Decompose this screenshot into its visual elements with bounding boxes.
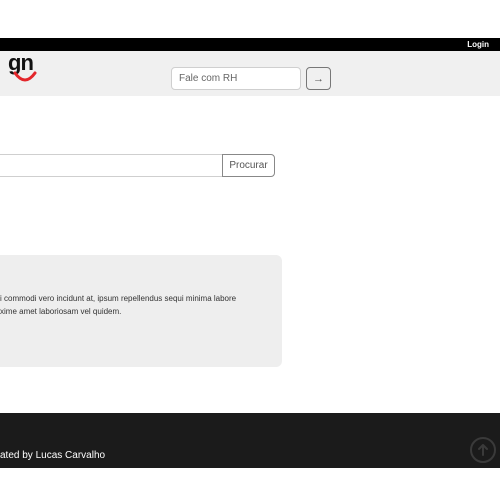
back-to-top-button[interactable]: [470, 437, 496, 463]
info-card-line: i commodi vero incidunt at, ipsum repell…: [0, 294, 237, 303]
top-bar: Login: [0, 38, 500, 51]
logo[interactable]: gn: [8, 51, 40, 88]
header: gn →: [0, 51, 500, 96]
info-card-text: i commodi vero incidunt at, ipsum repell…: [0, 292, 290, 318]
arrow-up-circle-icon: [478, 444, 488, 456]
rh-chat-input[interactable]: [171, 67, 301, 90]
footer: ated by Lucas Carvalho: [0, 413, 500, 468]
info-card-line: xime amet laboriosam vel quidem.: [0, 307, 122, 316]
rh-submit-button[interactable]: →: [306, 67, 331, 90]
footer-credit: ated by Lucas Carvalho: [0, 450, 106, 461]
info-card: i commodi vero incidunt at, ipsum repell…: [0, 255, 282, 367]
search-input[interactable]: [0, 154, 223, 177]
smile-icon: [13, 71, 37, 82]
login-link[interactable]: Login: [467, 39, 489, 50]
search-button[interactable]: Procurar: [222, 154, 275, 177]
arrow-right-icon: →: [313, 72, 324, 85]
